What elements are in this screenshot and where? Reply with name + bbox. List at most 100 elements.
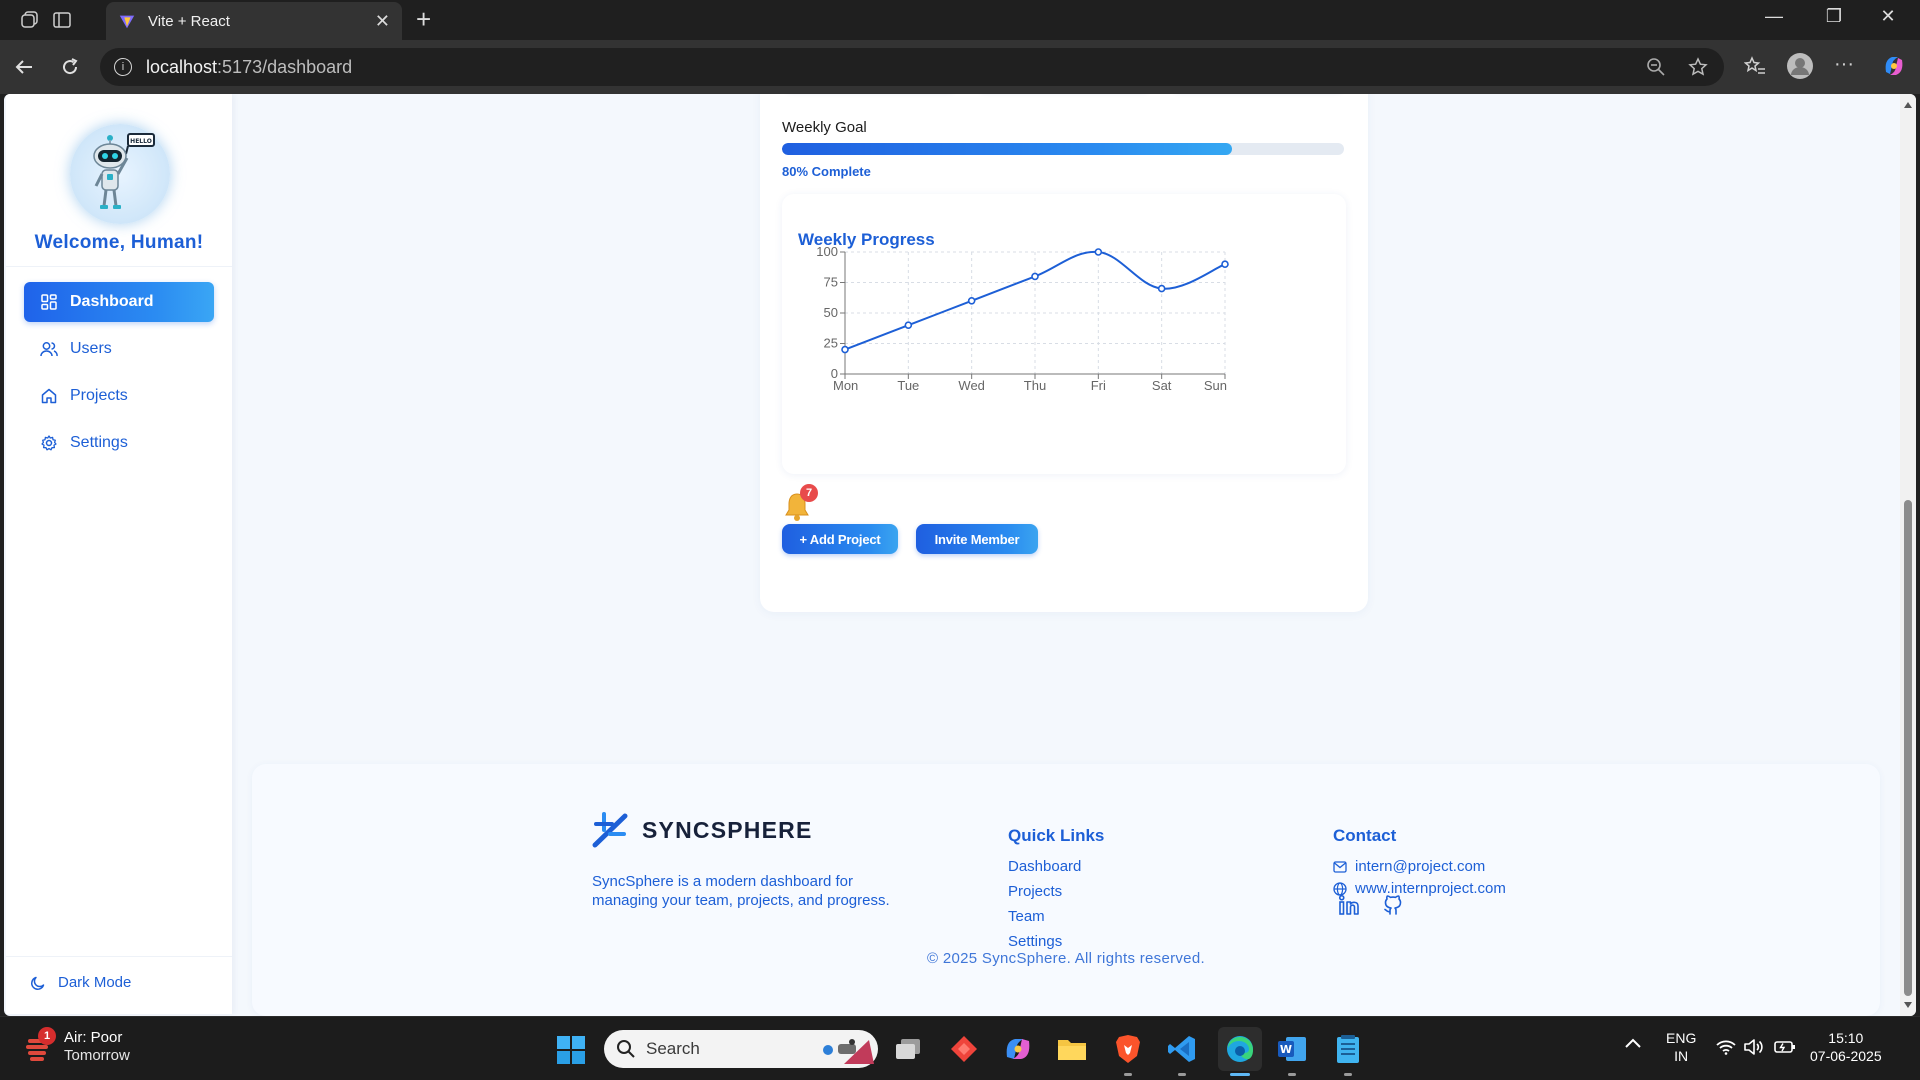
page-scrollbar[interactable] (1900, 94, 1916, 1016)
search-placeholder: Search (646, 1039, 700, 1058)
invite-member-button[interactable]: Invite Member (916, 524, 1038, 554)
y-tick-label: 75 (824, 275, 838, 290)
linkedin-icon[interactable] (1338, 894, 1360, 921)
active-indicator (1230, 1073, 1250, 1076)
dark-mode-toggle[interactable]: Dark Mode (30, 974, 131, 991)
quick-links-heading: Quick Links (1008, 826, 1105, 845)
sidebar-item-label: Settings (70, 434, 128, 451)
y-tick-label: 25 (824, 336, 838, 351)
site-info-icon[interactable]: i (114, 58, 132, 76)
close-window-icon[interactable]: ✕ (1868, 6, 1908, 27)
task-view-icon[interactable] (890, 1031, 926, 1067)
footer-link-team[interactable]: Team (1008, 908, 1045, 925)
minimize-icon[interactable]: — (1754, 6, 1794, 27)
zoom-icon[interactable] (1646, 57, 1666, 82)
search-icon (616, 1039, 636, 1059)
windows-start-icon[interactable] (556, 1035, 586, 1070)
footer-brand-name: SYNCSPHERE (642, 816, 813, 843)
clock-date: 07-06-2025 (1810, 1048, 1882, 1064)
weekly-progress-chart-card: Weekly Progress 0 25 50 75 100 Mon Tue Wed Thu Fr… (782, 194, 1346, 474)
data-point (1221, 260, 1229, 268)
dark-mode-label: Dark Mode (58, 974, 132, 991)
footer-link-dashboard[interactable]: Dashboard (1008, 858, 1081, 875)
syncsphere-logo-icon (592, 812, 628, 848)
svg-text:W: W (1280, 1043, 1292, 1056)
url-path: :5173/dashboard (217, 56, 353, 77)
workspaces-icon[interactable] (18, 8, 42, 32)
wifi-icon[interactable] (1716, 1039, 1736, 1059)
sidebar-item-projects[interactable]: Projects (24, 376, 214, 416)
dashboard-card: Weekly Goal 80% Complete Weekly Progress… (760, 94, 1368, 612)
word-app-icon[interactable]: W (1274, 1031, 1310, 1067)
new-tab-icon[interactable]: + (416, 6, 431, 32)
language-indicator[interactable]: ENG IN (1666, 1029, 1696, 1065)
file-explorer-icon[interactable] (1054, 1031, 1090, 1067)
footer-link-settings[interactable]: Settings (1008, 933, 1062, 950)
robot-avatar: HELLO (70, 124, 170, 224)
weekly-progress-chart: 0255075100Mon Tue Wed Thu Fri Sat Sun (816, 244, 1229, 393)
tab-title: Vite + React (148, 12, 230, 30)
restore-icon[interactable]: ❐ (1814, 6, 1854, 27)
browser-tab[interactable]: Vite + React ✕ (106, 2, 402, 40)
sidebar-item-dashboard[interactable]: Dashboard (24, 282, 214, 322)
vertical-tabs-icon[interactable] (50, 8, 74, 32)
welcome-heading: Welcome, Human! (34, 232, 204, 253)
url-host: localhost (146, 56, 218, 77)
home-icon (40, 387, 58, 405)
tray-overflow-icon[interactable] (1624, 1035, 1642, 1053)
x-tick-label: Tue (897, 378, 919, 393)
github-icon[interactable] (1382, 894, 1404, 921)
weekly-goal-progress-fill (782, 143, 1232, 155)
vscode-icon[interactable] (1164, 1031, 1200, 1067)
browser-tab-bar: Vite + React ✕ + — ❐ ✕ (0, 0, 1920, 40)
favorites-icon[interactable] (1743, 55, 1766, 82)
favorite-star-icon[interactable] (1688, 57, 1708, 82)
battery-icon[interactable] (1774, 1040, 1796, 1058)
dashboard-icon (40, 293, 58, 311)
close-tab-icon[interactable]: ✕ (375, 11, 390, 32)
data-point (1031, 272, 1039, 281)
edge-browser-icon[interactable] (1218, 1027, 1262, 1071)
scroll-down-icon[interactable] (1904, 1002, 1912, 1008)
page-viewport: HELLO Welcome, Human! Dashboard Users Pr… (4, 94, 1916, 1016)
sidebar-item-label: Dashboard (70, 293, 154, 310)
back-icon[interactable] (10, 53, 38, 81)
x-tick-label: Mon (833, 378, 858, 393)
sidebar-item-label: Projects (70, 387, 128, 404)
more-options-icon[interactable]: ··· (1834, 53, 1854, 76)
weekly-goal-progress-bar (782, 143, 1344, 155)
footer-link-projects[interactable]: Projects (1008, 883, 1062, 900)
sidebar-item-users[interactable]: Users (24, 329, 214, 369)
weather-title: Air: Poor (64, 1029, 123, 1046)
scroll-thumb[interactable] (1904, 500, 1912, 996)
copilot-app-icon[interactable] (1000, 1031, 1036, 1067)
language-code: ENG (1666, 1030, 1697, 1046)
address-bar[interactable]: i localhost:5173/dashboard (100, 48, 1724, 86)
reload-icon[interactable] (56, 53, 84, 81)
running-indicator (1344, 1073, 1352, 1076)
weekly-goal-status: 80% Complete (782, 164, 871, 179)
contact-heading: Contact (1333, 826, 1397, 845)
contact-website-text: www.internproject.com (1355, 880, 1506, 897)
footer-brand[interactable]: SYNCSPHERE (592, 812, 812, 848)
brave-browser-icon[interactable] (1110, 1031, 1146, 1067)
anydesk-app-icon[interactable] (946, 1031, 982, 1067)
mail-icon (1333, 860, 1347, 873)
clock[interactable]: 15:10 07-06-2025 (1810, 1029, 1882, 1065)
footer-description: SyncSphere is a modern dashboard for man… (592, 873, 890, 909)
search-highlight-illustration-icon (823, 1039, 874, 1064)
weather-alert-badge: 1 (38, 1027, 56, 1045)
taskbar-search[interactable]: Search (604, 1030, 878, 1068)
volume-icon[interactable] (1744, 1039, 1764, 1059)
weather-subtitle: Tomorrow (64, 1047, 130, 1064)
avatar-sign-text: HELLO (130, 138, 152, 145)
notepad-app-icon[interactable] (1330, 1031, 1366, 1067)
profile-avatar-icon[interactable] (1786, 52, 1814, 85)
weather-widget[interactable]: 1 Air: Poor Tomorrow (24, 1027, 130, 1065)
copilot-icon[interactable] (1880, 52, 1908, 85)
sidebar-item-settings[interactable]: Settings (24, 423, 214, 463)
contact-email[interactable]: intern@project.com (1333, 858, 1485, 875)
add-project-button[interactable]: + Add Project (782, 524, 898, 554)
sidebar: HELLO Welcome, Human! Dashboard Users Pr… (6, 94, 232, 1014)
scroll-up-icon[interactable] (1904, 102, 1912, 108)
